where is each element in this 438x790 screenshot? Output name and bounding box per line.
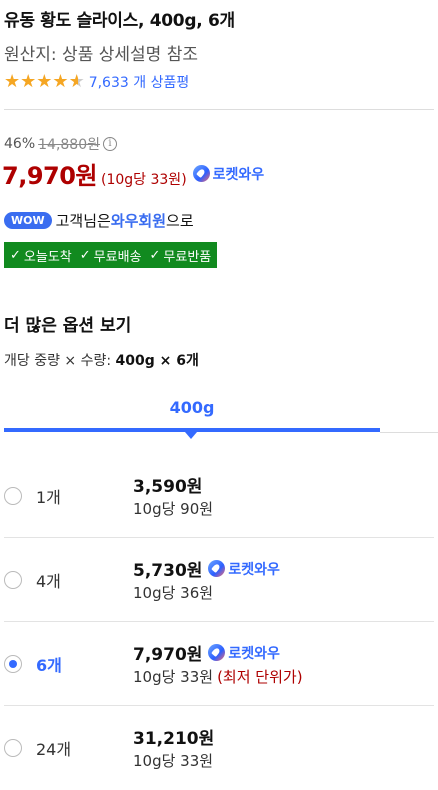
check-icon: ✓	[149, 247, 161, 263]
option-unit-value: 10g당 33원	[133, 668, 214, 686]
benefit-label: 오늘도착	[23, 249, 72, 265]
benefit-item: ✓ 오늘도착	[10, 246, 72, 265]
original-price: 14,880원	[38, 137, 100, 153]
benefit-label: 무료배송	[93, 249, 142, 265]
discount-rate: 46%	[4, 136, 36, 152]
review-count-link[interactable]: 7,633 개 상품평	[89, 72, 190, 92]
option-count: 4개	[36, 572, 61, 591]
option-price-row: 5,730원 로켓와우	[133, 556, 280, 581]
badge-label: 로켓와우	[212, 166, 265, 183]
star-icon: ★	[4, 71, 21, 92]
unit-price: (10g당 33원)	[101, 172, 187, 188]
rocket-wow-badge: 로켓와우	[208, 643, 280, 663]
option-price-row: 7,970원 로켓와우	[133, 640, 280, 665]
benefit-item: ✓ 무료배송	[80, 246, 142, 265]
option-unit-price: 10g당 90원	[133, 498, 213, 519]
radio-button[interactable]	[4, 739, 22, 757]
option-unit-price: 10g당 33원	[133, 750, 213, 771]
benefit-item: ✓ 무료반품	[150, 246, 212, 265]
star-half-icon: ★	[68, 71, 85, 92]
product-title: 유동 황도 슬라이스, 400g, 6개	[4, 11, 235, 31]
rocket-wow-badge: 로켓와우	[192, 164, 265, 184]
option-price-row: 31,210원	[133, 724, 214, 749]
quantity-description: 개당 중량 × 수량: 400g × 6개	[4, 350, 199, 370]
star-rating: ★ ★ ★ ★ ★	[4, 73, 85, 91]
lowest-unit-note: (최저 단위가)	[217, 668, 303, 686]
option-unit-value: 10g당 36원	[133, 584, 214, 602]
tab-baseline	[380, 432, 438, 433]
option-count: 1개	[36, 488, 61, 507]
rocket-icon	[208, 560, 226, 577]
rocket-icon	[208, 644, 226, 661]
wow-prefix: 고객님은	[55, 212, 111, 230]
option-unit-price: 10g당 36원	[133, 582, 213, 603]
benefit-banner: ✓ 오늘도착 ✓ 무료배송 ✓ 무료반품	[4, 242, 218, 268]
option-row[interactable]: 4개 5,730원 로켓와우 10g당 36원	[0, 538, 438, 622]
option-row[interactable]: 6개 7,970원 로켓와우 10g당 33원 (최저 단위가)	[0, 622, 438, 706]
badge-label: 로켓와우	[228, 645, 280, 662]
discount-row: 46% 14,880원 i	[4, 134, 117, 154]
option-price: 5,730원	[133, 561, 203, 581]
radio-button[interactable]	[4, 487, 22, 505]
radio-selected[interactable]	[4, 655, 22, 673]
rocket-wow-badge: 로켓와우	[208, 559, 280, 579]
info-icon[interactable]: i	[103, 137, 117, 151]
option-count: 6개	[36, 656, 62, 675]
check-icon: ✓	[10, 247, 21, 263]
star-icon: ★	[52, 71, 69, 92]
divider	[4, 109, 434, 110]
benefit-label: 무료반품	[163, 249, 212, 265]
quantity-desc-label: 개당 중량 × 수량:	[4, 353, 116, 369]
sale-price: 7,970원	[2, 162, 98, 190]
tab-400g[interactable]: 400g	[4, 398, 380, 417]
option-unit-value: 10g당 90원	[133, 500, 214, 518]
quantity-desc-value: 400g × 6개	[115, 353, 199, 369]
option-price: 31,210원	[133, 729, 215, 749]
star-icon: ★	[36, 71, 53, 92]
option-row[interactable]: 1개 3,590원 10g당 90원	[0, 454, 438, 538]
wow-pill: WOW	[4, 212, 52, 229]
option-unit-value: 10g당 33원	[133, 752, 214, 770]
badge-label: 로켓와우	[228, 561, 280, 578]
wow-member-row: WOW 고객님은 와우회원 으로	[4, 210, 194, 231]
rating-row[interactable]: ★ ★ ★ ★ ★ 7,633 개 상품평	[4, 72, 189, 92]
option-unit-price: 10g당 33원 (최저 단위가)	[133, 666, 303, 687]
rocket-icon	[192, 165, 210, 182]
more-options-title: 더 많은 옵션 보기	[4, 316, 132, 336]
origin-info: 원산지: 상품 상세설명 참조	[4, 45, 198, 65]
option-count: 24개	[36, 740, 72, 759]
radio-button[interactable]	[4, 571, 22, 589]
wow-member-label: 와우회원	[110, 212, 167, 230]
star-icon: ★	[20, 71, 37, 92]
tab-arrow-icon	[185, 432, 197, 439]
check-icon: ✓	[79, 247, 91, 263]
option-row[interactable]: 24개 31,210원 10g당 33원	[0, 706, 438, 790]
price-row: 7,970원 (10g당 33원) 로켓와우	[2, 156, 264, 191]
wow-suffix: 으로	[166, 212, 194, 230]
option-price: 3,590원	[133, 477, 203, 497]
option-price-row: 3,590원	[133, 472, 202, 497]
option-price: 7,970원	[133, 645, 203, 665]
